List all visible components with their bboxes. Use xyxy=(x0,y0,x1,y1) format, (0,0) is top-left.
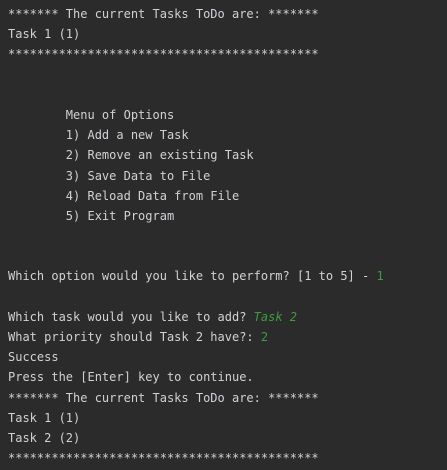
tasks-header: ******* The current Tasks ToDo are: ****… xyxy=(8,390,319,405)
priority-prompt-line: What priority should Task 2 have?: 2 xyxy=(8,327,444,347)
task-prompt: Which task would you like to add? xyxy=(8,309,254,324)
option-prompt: Which option would you like to perform? … xyxy=(8,269,377,284)
menu-block: 2) Remove an existing Task xyxy=(8,145,444,165)
task-item: Task 1 (1) xyxy=(8,410,81,425)
menu-option: 4) Reload Data from File xyxy=(65,188,240,203)
menu-block: Menu of Options xyxy=(8,105,444,125)
task-prompt-line: Which task would you like to add? Task 2 xyxy=(8,307,444,327)
priority-prompt: What priority should Task 2 have?: xyxy=(8,330,261,344)
priority-input: 2 xyxy=(260,330,269,344)
tasks-header: ******* The current Tasks ToDo are: ****… xyxy=(8,7,319,21)
option-input: 1 xyxy=(376,269,384,284)
menu-block: 4) Reload Data from File xyxy=(8,186,444,206)
success-message: Success xyxy=(8,350,59,365)
continue-prompt: Press the [Enter] key to continue. xyxy=(8,370,254,385)
menu-option: 1) Add a new Task xyxy=(65,128,189,143)
menu-block: 1) Add a new Task xyxy=(8,125,444,145)
menu-option: 2) Remove an existing Task xyxy=(65,148,254,163)
menu-option: 5) Exit Program xyxy=(65,208,175,223)
menu-option: 3) Save Data to File xyxy=(65,168,211,183)
menu-block: 5) Exit Program xyxy=(8,206,444,226)
task-item: Task 1 (1) xyxy=(8,27,81,42)
menu-block: 3) Save Data to File xyxy=(8,166,444,186)
task-input: Task 2 xyxy=(253,309,297,324)
task-item: Task 2 (2) xyxy=(8,430,81,445)
console-output[interactable]: ******* The current Tasks ToDo are: ****… xyxy=(8,4,444,468)
menu-title: Menu of Options xyxy=(65,107,175,122)
separator-line: ****************************************… xyxy=(8,47,319,62)
separator-line: ****************************************… xyxy=(8,451,319,466)
option-prompt-line: Which option would you like to perform? … xyxy=(8,266,444,286)
